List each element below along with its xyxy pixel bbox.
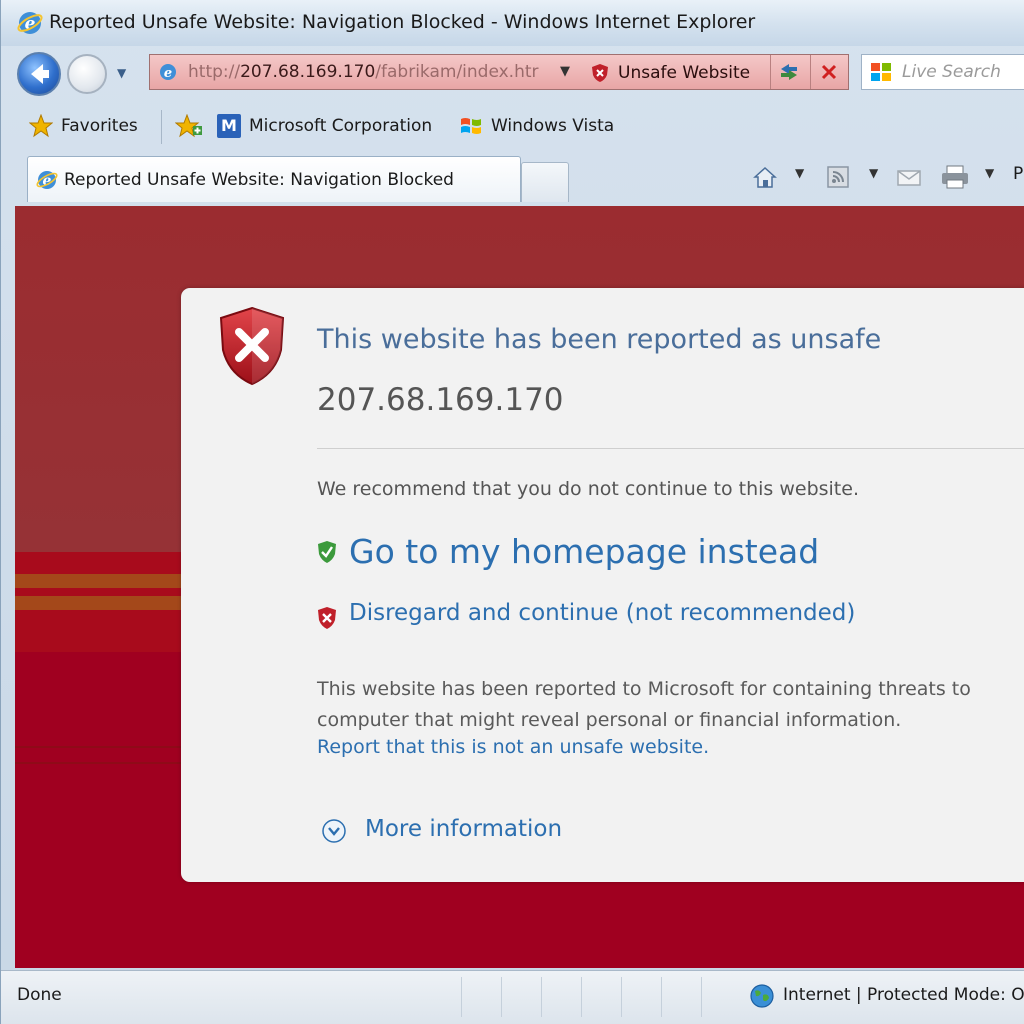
warning-panel: This website has been reported as unsafe… — [181, 288, 1024, 882]
disregard-and-continue-link[interactable]: Disregard and continue (not recommended) — [349, 600, 855, 626]
svg-text:e: e — [164, 66, 172, 81]
go-to-homepage-link[interactable]: Go to my homepage instead — [349, 532, 819, 571]
background-stripe — [15, 574, 185, 588]
favorites-separator — [161, 110, 162, 144]
address-url[interactable]: http://207.68.169.170/fabrikam/index.htr — [188, 62, 558, 82]
status-pane — [701, 977, 740, 1017]
address-dropdown-icon[interactable]: ▼ — [560, 64, 570, 79]
windows-live-logo-icon — [871, 63, 891, 81]
description-text: This website has been reported to Micros… — [317, 674, 971, 736]
favorites-button[interactable]: Favorites — [61, 116, 138, 136]
favorite-link-windows-vista[interactable]: Windows Vista — [491, 116, 614, 136]
security-zone-label[interactable]: Internet | Protected Mode: O — [783, 985, 1024, 1005]
tab-bar: e Reported Unsafe Website: Navigation Bl… — [1, 152, 1024, 206]
divider — [317, 448, 1024, 449]
home-icon[interactable] — [751, 164, 779, 190]
background-stripe — [15, 596, 185, 610]
blocked-address: 207.68.169.170 — [317, 382, 564, 418]
url-path: /fabrikam/index.htr — [375, 62, 539, 82]
page-icon: e — [160, 64, 176, 81]
print-icon[interactable] — [939, 164, 971, 190]
status-pane — [461, 977, 500, 1017]
report-not-unsafe-link[interactable]: Report that this is not an unsafe websit… — [317, 736, 709, 758]
expand-chevron-icon[interactable] — [321, 818, 347, 844]
recent-pages-dropdown-icon[interactable]: ▼ — [117, 66, 126, 80]
status-pane — [501, 977, 540, 1017]
unsafe-shield-icon — [219, 306, 285, 386]
unsafe-website-indicator[interactable]: Unsafe Website — [586, 55, 766, 89]
more-information-link[interactable]: More information — [365, 816, 562, 842]
tab-label: Reported Unsafe Website: Navigation Bloc… — [64, 170, 454, 190]
feeds-dropdown-icon[interactable]: ▼ — [869, 166, 878, 180]
print-dropdown-icon[interactable]: ▼ — [985, 166, 994, 180]
description-line: computer that might reveal personal or f… — [317, 709, 902, 731]
page-menu-button[interactable]: P — [1013, 164, 1023, 184]
address-bar[interactable]: e http://207.68.169.170/fabrikam/index.h… — [149, 54, 849, 90]
status-bar: Done Internet | Protected Mode: O — [1, 970, 1024, 1024]
forward-button[interactable] — [67, 54, 107, 94]
title-bar: e Reported Unsafe Website: Navigation Bl… — [1, 0, 1024, 46]
tab-current[interactable]: e Reported Unsafe Website: Navigation Bl… — [27, 156, 521, 202]
ie-logo-icon: e — [17, 12, 43, 34]
internet-zone-globe-icon — [750, 984, 774, 1008]
search-placeholder[interactable]: Live Search — [902, 62, 1001, 82]
status-pane — [661, 977, 700, 1017]
home-dropdown-icon[interactable]: ▼ — [795, 166, 804, 180]
description-line: This website has been reported to Micros… — [317, 678, 971, 700]
favorites-star-icon — [29, 114, 53, 138]
background-line — [15, 762, 185, 764]
stop-icon — [821, 64, 837, 80]
url-host: 207.68.169.170 — [240, 62, 376, 82]
status-pane — [541, 977, 580, 1017]
browser-window: e Reported Unsafe Website: Navigation Bl… — [0, 0, 1024, 1024]
tab-page-icon: e — [36, 171, 58, 189]
navigation-bar: ▼ e http://207.68.169.170/fabrikam/index… — [1, 46, 1024, 102]
new-tab-button[interactable] — [521, 162, 569, 202]
microsoft-site-icon: M — [217, 114, 241, 138]
feeds-icon[interactable] — [825, 164, 851, 190]
url-prefix: http:// — [188, 62, 241, 82]
window-title: Reported Unsafe Website: Navigation Bloc… — [49, 11, 756, 33]
unsafe-website-label: Unsafe Website — [618, 63, 751, 83]
page-content: This website has been reported as unsafe… — [15, 206, 1024, 968]
status-pane — [581, 977, 620, 1017]
recommendation-text: We recommend that you do not continue to… — [317, 478, 859, 500]
back-button[interactable] — [17, 52, 61, 96]
refresh-icon — [781, 64, 797, 80]
favorites-bar: Favorites M Microsoft Corporation Window… — [1, 104, 1024, 150]
mail-icon[interactable] — [895, 164, 923, 190]
green-shield-icon — [318, 541, 336, 563]
add-to-favorites-bar-icon[interactable] — [175, 114, 203, 138]
red-shield-icon — [318, 607, 336, 629]
red-shield-icon — [592, 64, 608, 82]
status-pane — [621, 977, 660, 1017]
stop-button[interactable] — [810, 55, 847, 89]
warning-headline: This website has been reported as unsafe — [317, 324, 882, 355]
windows-logo-icon — [461, 118, 481, 134]
back-arrow-icon — [31, 64, 49, 84]
search-box[interactable]: Live Search — [861, 54, 1024, 90]
refresh-button[interactable] — [770, 55, 807, 89]
favorite-link-microsoft[interactable]: Microsoft Corporation — [249, 116, 432, 136]
status-text: Done — [17, 985, 62, 1005]
background-line — [15, 746, 185, 748]
